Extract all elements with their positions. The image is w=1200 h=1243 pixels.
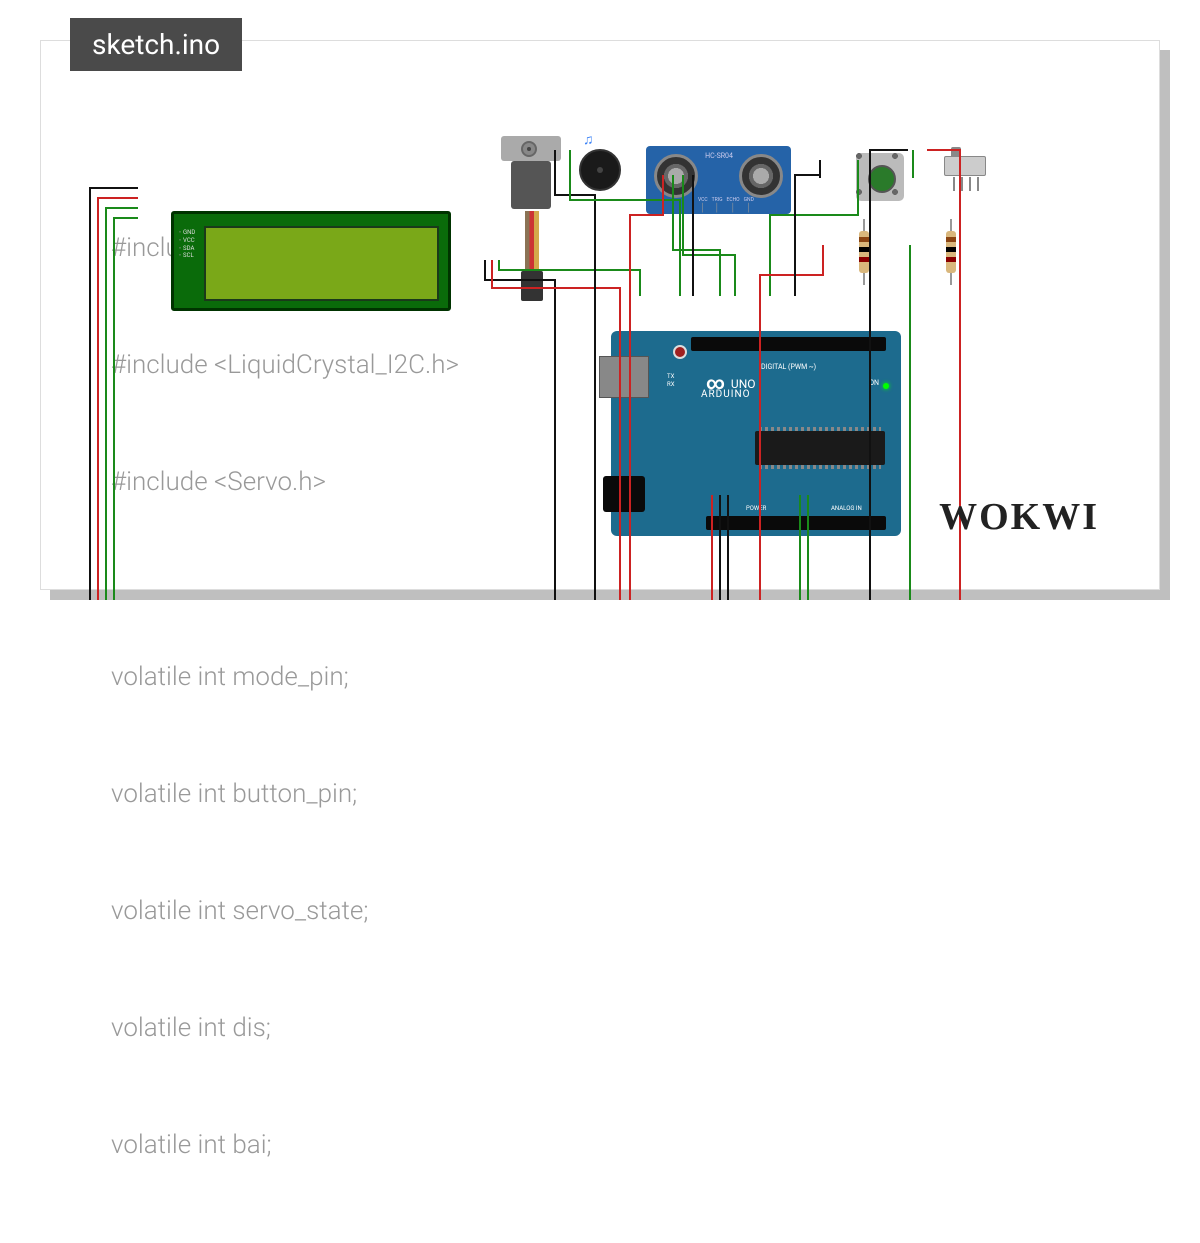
lcd-screen: [204, 226, 439, 301]
resistor-component[interactable]: [859, 231, 869, 273]
on-label: ON: [869, 379, 879, 387]
digital-pin-header[interactable]: [691, 337, 886, 351]
power-jack-icon: [603, 476, 645, 512]
lcd-pin-labels: GND VCC SDA SCL: [179, 229, 199, 260]
buzzer-body: [579, 149, 621, 191]
power-analog-pin-header[interactable]: [706, 516, 886, 530]
ultrasonic-pins: VCC TRIG ECHO GND: [698, 197, 754, 212]
servo-body: [511, 161, 551, 209]
arduino-brand: ARDUINO: [701, 389, 750, 400]
code-line: volatile int button_pin;: [111, 775, 459, 814]
power-label: POWER: [746, 505, 766, 512]
slide-switch-component[interactable]: [944, 156, 986, 176]
power-led-icon: [883, 383, 889, 389]
usb-port-icon: [599, 356, 649, 398]
lcd-16x2-component[interactable]: GND VCC SDA SCL: [171, 211, 451, 311]
resistor-component[interactable]: [946, 231, 956, 273]
txrx-labels: TX RX: [667, 373, 674, 390]
project-frame: #include <Wire.h> #include <LiquidCrysta…: [40, 40, 1160, 590]
code-line: volatile int servo_state;: [111, 892, 459, 931]
code-line: volatile int dis;: [111, 1009, 459, 1048]
code-line: volatile int mode_pin;: [111, 658, 459, 697]
ultrasonic-transducer-icon: [739, 154, 783, 198]
servo-cable: [525, 211, 539, 271]
servo-plug: [521, 271, 543, 301]
servo-component[interactable]: [501, 136, 556, 211]
music-note-icon: ♫: [583, 131, 594, 148]
atmega-chip-icon: [755, 431, 885, 465]
reset-button[interactable]: [673, 345, 687, 359]
file-tab-label: sketch.ino: [92, 28, 220, 61]
digital-label: DIGITAL (PWM ~): [761, 363, 816, 371]
analog-label: ANALOG IN: [831, 505, 862, 512]
arduino-uno-component[interactable]: TX RX ∞ UNO ARDUINO ON DIGITAL (PWM ~) P…: [611, 331, 901, 536]
ultrasonic-hcsr04-component[interactable]: HC-SR04 VCC TRIG ECHO GND: [646, 146, 791, 214]
ultrasonic-transducer-icon: [654, 154, 698, 198]
code-line: volatile int bai;: [111, 1126, 459, 1165]
servo-horn-icon: [521, 141, 537, 157]
buzzer-component[interactable]: ♫: [579, 149, 621, 191]
file-tab[interactable]: sketch.ino: [70, 18, 242, 71]
ultrasonic-label: HC-SR04: [702, 152, 736, 160]
pushbutton-component[interactable]: [856, 153, 904, 201]
wokwi-logo: WOKWI: [939, 495, 1099, 539]
